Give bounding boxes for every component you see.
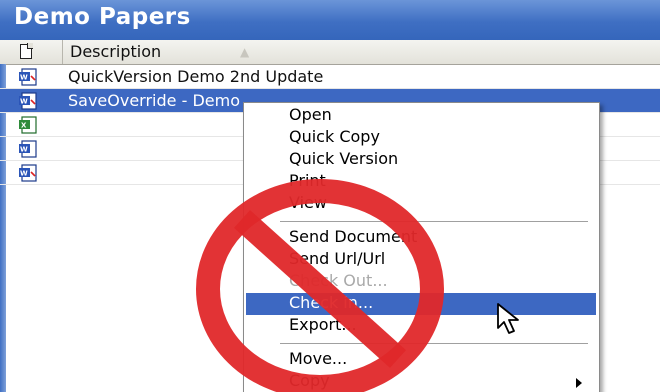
row-description: QuickVersion Demo 2nd Update xyxy=(68,67,324,86)
submenu-arrow-icon xyxy=(576,378,582,388)
menu-item-label: Check Out... xyxy=(289,271,388,290)
mouse-pointer-icon xyxy=(497,303,519,334)
document-icon xyxy=(20,43,33,59)
menu-item-label: Quick Copy xyxy=(289,127,380,146)
excel-doc-icon: X xyxy=(19,116,37,134)
menu-item-quick-version[interactable]: Quick Version xyxy=(246,149,596,171)
menu-item-label: Check in... xyxy=(289,293,374,312)
menu-item-open[interactable]: Open xyxy=(246,105,596,127)
menu-item-send-document[interactable]: Send Document xyxy=(246,227,596,249)
sort-ascending-icon: ▲ xyxy=(240,45,250,59)
menu-item-label: Print xyxy=(289,171,326,190)
word-doc-icon: W xyxy=(19,140,37,158)
menu-item-quick-copy[interactable]: Quick Copy xyxy=(246,127,596,149)
menu-item-print[interactable]: Print xyxy=(246,171,596,193)
menu-item-label: Open xyxy=(289,105,332,124)
context-menu: Open Quick Copy Quick Version Print View… xyxy=(243,102,600,392)
svg-text:W: W xyxy=(20,170,28,178)
menu-item-check-in[interactable]: Check in... xyxy=(246,293,596,315)
table-row[interactable]: W QuickVersion Demo 2nd Update xyxy=(0,65,660,89)
menu-item-label: View xyxy=(289,193,327,212)
menu-item-label: Send Url/Url xyxy=(289,249,386,268)
menu-item-move[interactable]: Move... xyxy=(246,349,596,371)
menu-separator xyxy=(280,221,588,222)
svg-text:X: X xyxy=(21,122,27,130)
menu-item-send-url[interactable]: Send Url/Url xyxy=(246,249,596,271)
menu-item-check-out: Check Out... xyxy=(246,271,596,293)
title-bar: Demo Papers xyxy=(0,0,660,41)
word-doc-icon: W xyxy=(19,68,37,86)
description-column-header[interactable]: Description xyxy=(70,42,161,61)
menu-item-label: Copy xyxy=(289,371,330,390)
menu-item-label: Quick Version xyxy=(289,149,399,168)
word-doc-icon: W xyxy=(19,92,37,110)
menu-item-view[interactable]: View xyxy=(246,193,596,215)
icon-column-header[interactable] xyxy=(0,40,63,64)
menu-item-label: Send Document xyxy=(289,227,418,246)
app-window: Demo Papers Description ▲ W QuickVersion… xyxy=(0,0,660,392)
menu-item-export[interactable]: Export... xyxy=(246,315,596,337)
svg-text:W: W xyxy=(20,74,28,82)
word-doc-icon: W xyxy=(19,164,37,182)
window-title: Demo Papers xyxy=(14,4,191,30)
svg-text:W: W xyxy=(20,146,28,154)
table-header: Description ▲ xyxy=(0,40,660,65)
menu-separator xyxy=(280,343,588,344)
row-description: SaveOverride - Demo xyxy=(68,91,240,110)
menu-item-label: Export... xyxy=(289,315,357,334)
menu-item-copy[interactable]: Copy xyxy=(246,371,596,392)
menu-item-label: Move... xyxy=(289,349,348,368)
svg-text:W: W xyxy=(20,98,28,106)
